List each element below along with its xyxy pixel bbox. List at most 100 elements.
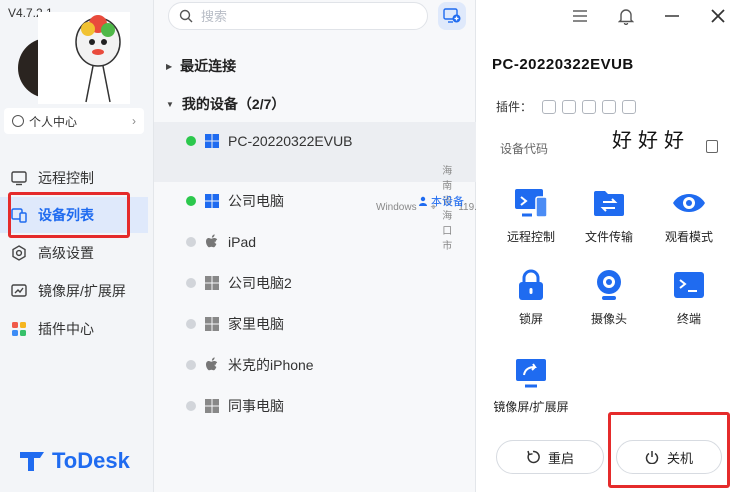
action-label: 摄像头	[590, 312, 627, 326]
group-recent-connections[interactable]: ▶ 最近连接	[166, 56, 236, 76]
action-remote-control[interactable]: 远程控制	[486, 186, 576, 245]
apple-icon	[204, 234, 220, 250]
sidebar: V4.7.2.1 个人中心 › 远程控制 设备列表 高级设置 镜像屏/扩展屏 插…	[0, 0, 154, 492]
status-offline-dot	[186, 401, 196, 411]
this-device-badge: 本设备	[418, 193, 464, 209]
mirror-screen-icon	[10, 282, 28, 300]
device-list-panel: ▶ 最近连接 ▼ 我的设备（2/7） PC-20220322EVUB Windo…	[154, 0, 521, 492]
menu-icon[interactable]	[570, 6, 590, 26]
action-label: 文件传输	[584, 230, 633, 244]
personal-center-button[interactable]: 个人中心 ›	[4, 108, 144, 134]
action-view-mode[interactable]: 观看模式	[644, 186, 734, 245]
restart-button[interactable]: 重启	[496, 440, 604, 474]
gear-icon[interactable]	[622, 99, 637, 114]
device-row-company-pc-2[interactable]: 公司电脑2	[154, 269, 476, 297]
image-icon[interactable]	[562, 99, 577, 114]
action-terminal[interactable]: 终端	[644, 268, 734, 327]
search-icon	[179, 9, 193, 23]
chevron-right-icon: ›	[132, 114, 136, 128]
action-file-transfer[interactable]: 文件传输	[564, 186, 654, 245]
remote-control-icon	[10, 169, 28, 187]
add-device-button[interactable]	[438, 2, 466, 30]
action-label: 镜像屏/扩展屏	[493, 400, 569, 414]
restart-label: 重启	[547, 450, 574, 466]
caret-right-icon: ▶	[166, 61, 173, 71]
device-code-value: 好好好	[612, 130, 690, 152]
action-label: 远程控制	[506, 230, 555, 244]
todesk-logo: ToDesk	[18, 448, 130, 474]
device-name: 家里电脑	[228, 316, 284, 332]
windows-icon	[204, 275, 220, 291]
device-name: 米克的iPhone	[228, 357, 314, 373]
windows-icon	[204, 193, 220, 209]
add-device-icon	[443, 8, 461, 23]
shutdown-button[interactable]: 关机	[616, 440, 722, 474]
device-row-colleague-pc[interactable]: 同事电脑	[154, 392, 476, 420]
caret-down-icon: ▼	[166, 99, 174, 109]
window-controls	[570, 6, 728, 26]
status-offline-dot	[186, 319, 196, 329]
shield-icon[interactable]	[602, 99, 617, 114]
brand-name: ToDesk	[52, 448, 130, 473]
plugin-center-icon	[10, 320, 28, 338]
windows-icon	[204, 398, 220, 414]
lock-icon	[514, 268, 548, 302]
bell-icon[interactable]	[616, 6, 636, 26]
action-lock-screen[interactable]: 锁屏	[486, 268, 576, 327]
mirror-icon	[514, 356, 548, 390]
rocket-icon[interactable]	[582, 99, 597, 114]
action-label: 观看模式	[664, 230, 713, 244]
group-my-devices[interactable]: ▼ 我的设备（2/7）	[166, 94, 285, 114]
device-code-label: 设备代码	[500, 142, 549, 156]
search-input[interactable]	[201, 8, 401, 24]
this-device-label: 本设备	[431, 196, 464, 208]
device-name: 公司电脑2	[228, 275, 292, 291]
status-offline-dot	[186, 360, 196, 370]
group-title-label: 最近连接	[180, 58, 237, 74]
terminal-icon	[672, 268, 706, 302]
action-mirror-screen[interactable]: 镜像屏/扩展屏	[486, 356, 576, 415]
device-row-mike-iphone[interactable]: 米克的iPhone	[154, 351, 476, 379]
sidebar-item-label: 高级设置	[38, 245, 94, 261]
user-icon	[419, 196, 427, 206]
avatar[interactable]	[18, 12, 130, 104]
device-name: 同事电脑	[228, 398, 284, 414]
shutdown-label: 关机	[666, 450, 693, 466]
sidebar-item-remote-control[interactable]: 远程控制	[0, 160, 148, 196]
settings-icon	[10, 244, 28, 262]
status-offline-dot	[186, 278, 196, 288]
file-transfer-icon	[592, 186, 626, 220]
remote-control-icon	[514, 186, 548, 220]
device-name: PC-20220322EVUB	[228, 133, 353, 149]
action-label: 锁屏	[518, 312, 543, 326]
todesk-window: V4.7.2.1 个人中心 › 远程控制 设备列表 高级设置 镜像屏/扩展屏 插…	[0, 0, 742, 492]
device-detail-panel: PC-20220322EVUB 插件： 设备代码 好好好 远程控制 文件传输 观…	[476, 0, 742, 492]
group-title-label: 我的设备（2/7）	[181, 96, 286, 112]
user-icon	[12, 115, 24, 127]
gamepad-icon[interactable]	[542, 99, 557, 114]
search-box[interactable]	[168, 2, 428, 30]
close-icon[interactable]	[708, 6, 728, 26]
personal-center-label: 个人中心	[29, 114, 78, 129]
avatar-image	[38, 12, 130, 104]
apple-icon	[204, 357, 220, 373]
sidebar-item-advanced-settings[interactable]: 高级设置	[0, 235, 148, 271]
sidebar-item-plugin-center[interactable]: 插件中心	[0, 311, 148, 347]
camera-icon	[592, 268, 626, 302]
sidebar-item-label: 设备列表	[38, 207, 94, 223]
plugins-row: 插件：	[496, 98, 637, 115]
plugin-icons	[542, 99, 637, 114]
sidebar-item-label: 远程控制	[38, 170, 94, 186]
sidebar-item-label: 插件中心	[38, 321, 94, 337]
todesk-logo-icon	[20, 452, 44, 471]
copy-icon[interactable]	[706, 140, 718, 153]
action-camera[interactable]: 摄像头	[564, 268, 654, 327]
device-row-ipad[interactable]: iPad	[154, 228, 476, 256]
status-offline-dot	[186, 237, 196, 247]
minimize-icon[interactable]	[662, 6, 682, 26]
device-row-home-pc[interactable]: 家里电脑	[154, 310, 476, 338]
sidebar-item-mirror-screen[interactable]: 镜像屏/扩展屏	[0, 273, 148, 309]
device-row-company-pc[interactable]: 公司电脑 本设备	[154, 187, 476, 215]
sidebar-item-device-list[interactable]: 设备列表	[0, 197, 148, 233]
power-icon	[645, 451, 659, 464]
